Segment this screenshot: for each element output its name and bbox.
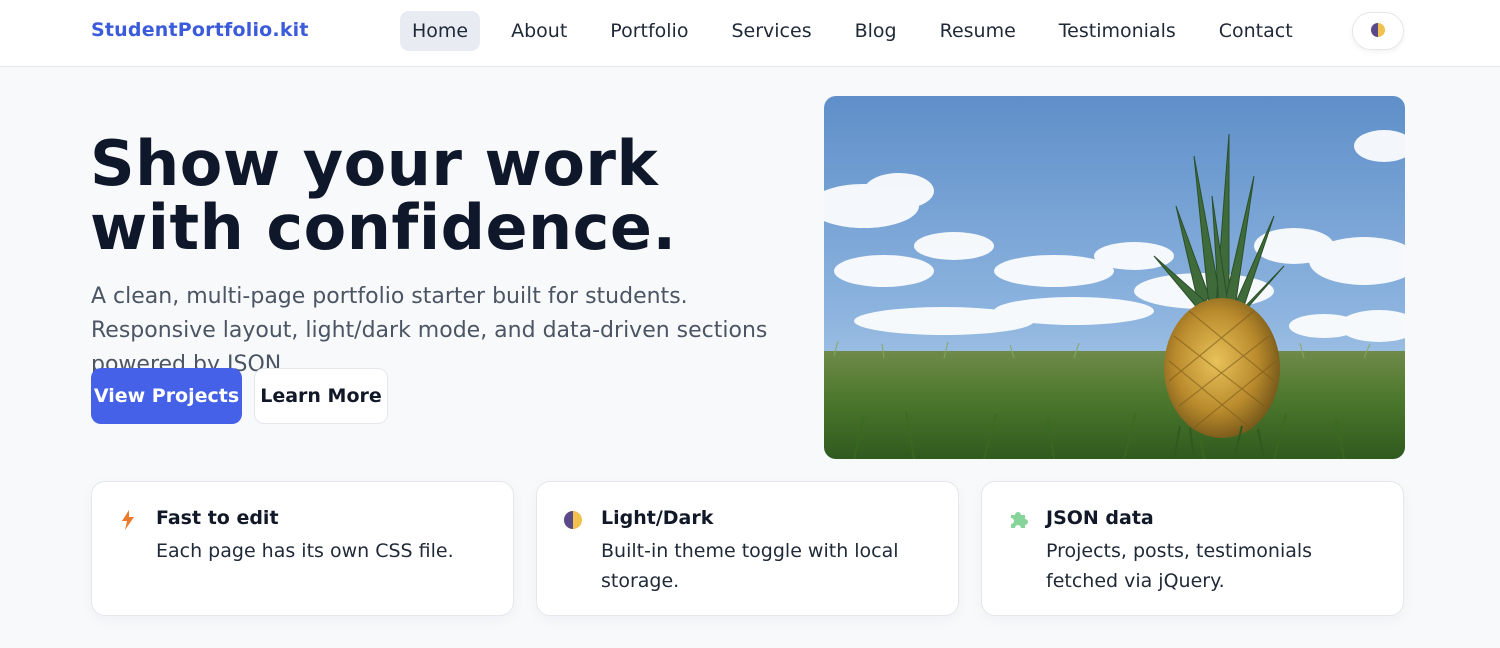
- feature-title: Light/Dark: [601, 507, 714, 529]
- feature-title: Fast to edit: [156, 507, 279, 529]
- nav-item-portfolio[interactable]: Portfolio: [598, 11, 700, 51]
- feature-card-fast: Fast to edit Each page has its own CSS f…: [91, 481, 514, 616]
- hero-image: [824, 96, 1405, 459]
- half-moon-icon: [563, 510, 583, 530]
- nav-item-about[interactable]: About: [499, 11, 579, 51]
- puzzle-icon: [1008, 510, 1028, 530]
- half-moon-icon: [1370, 22, 1386, 41]
- feature-card-light-dark: Light/Dark Built-in theme toggle with lo…: [536, 481, 959, 616]
- feature-card-json: JSON data Projects, posts, testimonials …: [981, 481, 1404, 616]
- theme-toggle-button[interactable]: [1352, 12, 1404, 50]
- pineapple-photo: [824, 96, 1405, 459]
- brand-logo-link[interactable]: StudentPortfolio.kit: [91, 19, 309, 41]
- feature-desc: Projects, posts, testimonials fetched vi…: [1046, 540, 1313, 592]
- lightning-icon: [118, 510, 138, 530]
- nav-item-testimonials[interactable]: Testimonials: [1047, 11, 1188, 51]
- feature-desc: Built-in theme toggle with local storage…: [601, 540, 899, 592]
- nav-item-blog[interactable]: Blog: [843, 11, 909, 51]
- hero-title: Show your work with confidence.: [90, 127, 677, 264]
- main-nav: Home About Portfolio Services Blog Resum…: [400, 11, 1324, 51]
- learn-more-button[interactable]: Learn More: [254, 368, 388, 424]
- feature-desc: Each page has its own CSS file.: [156, 540, 454, 562]
- hero-subtitle: A clean, multi-page portfolio starter bu…: [91, 284, 768, 377]
- nav-item-home[interactable]: Home: [400, 11, 481, 51]
- feature-title: JSON data: [1046, 507, 1154, 529]
- view-projects-button[interactable]: View Projects: [91, 368, 242, 424]
- nav-item-services[interactable]: Services: [719, 11, 823, 51]
- top-navbar: StudentPortfolio.kit Home About Portfoli…: [0, 0, 1500, 67]
- nav-item-resume[interactable]: Resume: [928, 11, 1028, 51]
- nav-item-contact[interactable]: Contact: [1207, 11, 1305, 51]
